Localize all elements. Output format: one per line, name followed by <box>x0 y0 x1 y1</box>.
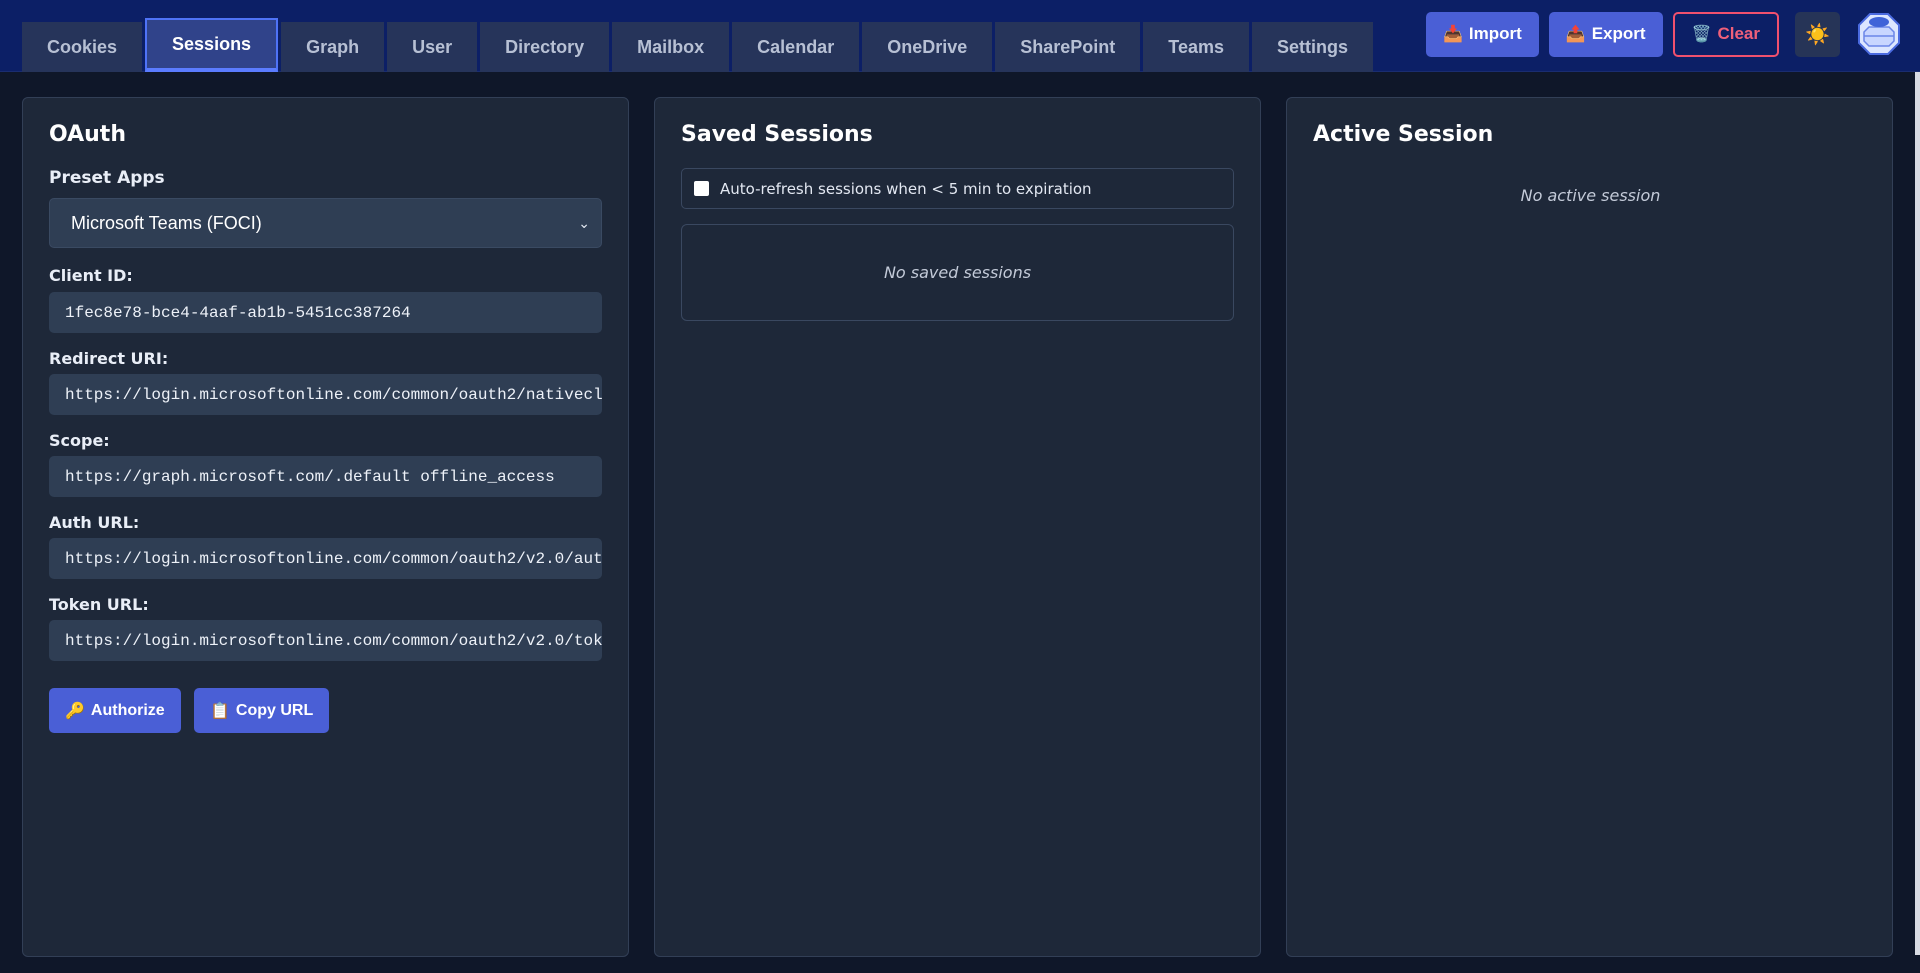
oauth-panel: OAuth Preset Apps Microsoft Teams (FOCI)… <box>22 97 629 957</box>
tab-settings[interactable]: Settings <box>1251 22 1373 72</box>
clipboard-icon: 📋 <box>210 702 230 720</box>
preset-apps-value: Microsoft Teams (FOCI) <box>71 212 262 233</box>
octagon-logo-icon <box>1858 13 1900 55</box>
inbox-tray-icon: 📥 <box>1442 26 1463 43</box>
import-button[interactable]: 📥 Import <box>1425 11 1539 57</box>
active-session-panel: Active Session No active session <box>1286 97 1893 957</box>
no-active-session-text: No active session <box>1520 186 1661 205</box>
theme-toggle-button[interactable]: ☀️ <box>1795 11 1840 57</box>
top-navigation-bar: Cookies Sessions Graph User Directory Ma… <box>0 0 1920 72</box>
clear-label: Clear <box>1717 24 1760 43</box>
auto-refresh-row: Auto-refresh sessions when < 5 min to ex… <box>681 168 1234 209</box>
tab-graph[interactable]: Graph <box>281 22 385 72</box>
tab-sessions[interactable]: Sessions <box>145 18 279 72</box>
saved-sessions-panel: Saved Sessions Auto-refresh sessions whe… <box>654 97 1261 957</box>
tab-teams[interactable]: Teams <box>1143 22 1249 72</box>
scope-label: Scope: <box>49 431 110 450</box>
preset-apps-select[interactable]: Microsoft Teams (FOCI) ⌄ <box>49 198 602 248</box>
key-icon: 🔑 <box>65 702 85 720</box>
tab-bar: Cookies Sessions Graph User Directory Ma… <box>22 18 1376 72</box>
app-logo <box>1856 11 1902 57</box>
tab-onedrive[interactable]: OneDrive <box>862 22 993 72</box>
auto-refresh-label: Auto-refresh sessions when < 5 min to ex… <box>720 179 1092 198</box>
token-url-field[interactable]: https://login.microsoftonline.com/common… <box>49 620 602 661</box>
copy-url-button[interactable]: 📋 Copy URL <box>194 688 330 733</box>
redirect-uri-field[interactable]: https://login.microsoftonline.com/common… <box>49 374 602 415</box>
tab-user[interactable]: User <box>387 22 478 72</box>
saved-sessions-title: Saved Sessions <box>681 122 873 147</box>
page-scrollbar[interactable] <box>1915 72 1920 955</box>
sun-icon: ☀️ <box>1805 22 1830 46</box>
chevron-down-icon: ⌄ <box>578 214 590 231</box>
authorize-label: Authorize <box>90 701 165 719</box>
client-id-field[interactable]: 1fec8e78-bce4-4aaf-ab1b-5451cc387264 <box>49 292 602 333</box>
trash-icon: 🗑️ <box>1691 26 1712 43</box>
redirect-uri-label: Redirect URI: <box>49 349 169 368</box>
oauth-title: OAuth <box>49 122 126 147</box>
no-saved-sessions-text: No saved sessions <box>883 263 1032 282</box>
client-id-label: Client ID: <box>49 266 133 285</box>
toolbar-actions: 📥 Import 📤 Export 🗑️ Clear ☀️ <box>1416 11 1902 57</box>
clear-button[interactable]: 🗑️ Clear <box>1672 11 1779 57</box>
tab-sharepoint[interactable]: SharePoint <box>995 22 1141 72</box>
tab-cookies[interactable]: Cookies <box>22 22 143 72</box>
tab-calendar[interactable]: Calendar <box>732 22 860 72</box>
authorize-button[interactable]: 🔑 Authorize <box>49 688 181 733</box>
tab-directory[interactable]: Directory <box>480 22 610 72</box>
preset-apps-label: Preset Apps <box>49 168 165 188</box>
saved-sessions-list: No saved sessions <box>681 224 1234 321</box>
token-url-label: Token URL: <box>49 595 149 614</box>
copy-url-label: Copy URL <box>235 701 314 719</box>
outbox-tray-icon: 📤 <box>1565 26 1586 43</box>
auto-refresh-checkbox[interactable] <box>694 181 709 196</box>
export-button[interactable]: 📤 Export <box>1548 11 1663 57</box>
auth-url-field[interactable]: https://login.microsoftonline.com/common… <box>49 538 602 579</box>
export-label: Export <box>1591 24 1646 43</box>
import-label: Import <box>1468 24 1522 43</box>
auth-url-label: Auth URL: <box>49 513 140 532</box>
tab-mailbox[interactable]: Mailbox <box>612 22 730 72</box>
active-session-title: Active Session <box>1313 122 1494 147</box>
scope-field[interactable]: https://graph.microsoft.com/.default off… <box>49 456 602 497</box>
